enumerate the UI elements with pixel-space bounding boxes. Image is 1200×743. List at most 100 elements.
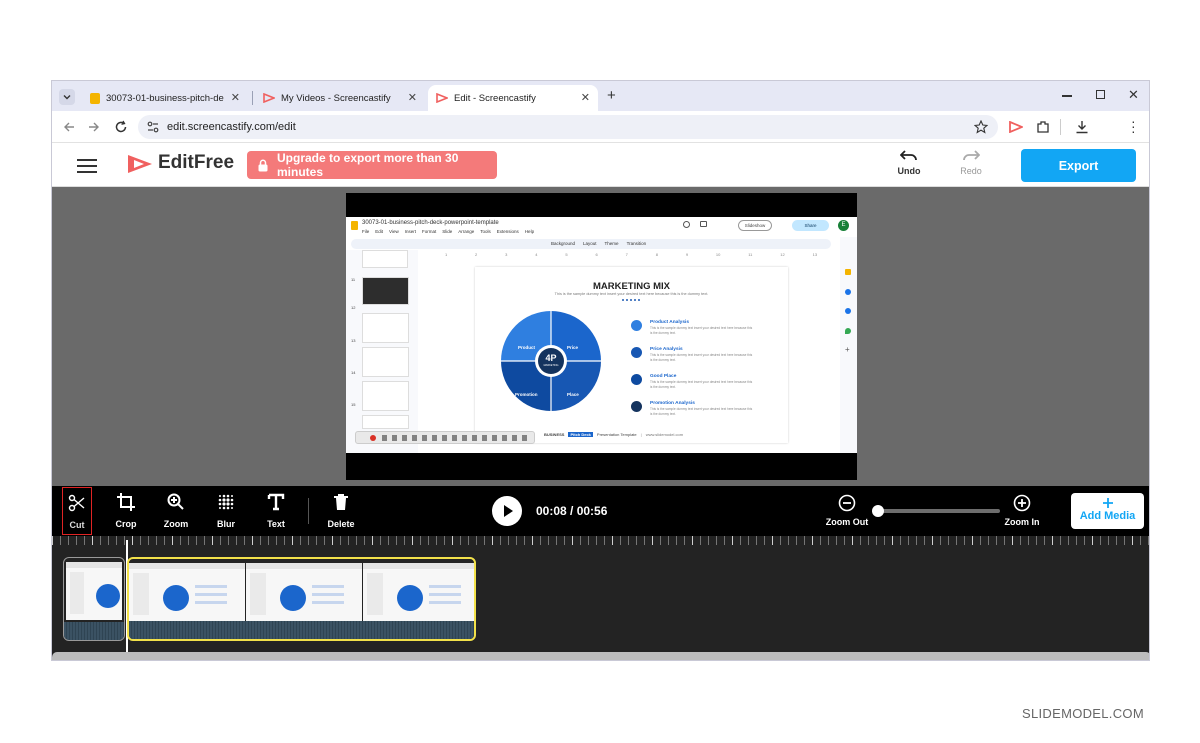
- cut-tool-button[interactable]: Cut: [62, 487, 92, 535]
- zoom-slider[interactable]: [872, 505, 1000, 517]
- maximize-button[interactable]: [1096, 90, 1105, 99]
- quadrant-label: Price: [567, 345, 579, 350]
- blur-tool-button[interactable]: Blur: [204, 486, 248, 536]
- doc-menu: File Edit View Insert Format Slide Arran…: [362, 229, 534, 234]
- delete-tool-button[interactable]: Delete: [319, 486, 363, 536]
- zoom-out-label: Zoom Out: [825, 517, 869, 527]
- menu-item[interactable]: Arrange: [458, 229, 474, 234]
- slide-thumbnail[interactable]: [362, 347, 409, 377]
- trash-icon: [334, 494, 348, 510]
- plus-icon: [1102, 498, 1113, 508]
- editfree-logo-icon: [128, 155, 152, 173]
- menu-item[interactable]: Extensions: [497, 229, 519, 234]
- zoom-tool-button[interactable]: Zoom: [154, 486, 198, 536]
- video-clip[interactable]: [63, 557, 125, 641]
- undo-button[interactable]: Undo: [894, 149, 924, 183]
- text-tool-button[interactable]: Text: [254, 486, 298, 536]
- zoom-out-button[interactable]: Zoom Out: [822, 494, 872, 534]
- record-icon[interactable]: [370, 435, 376, 441]
- add-addon-icon[interactable]: +: [845, 345, 850, 354]
- slide-thumbnail[interactable]: [362, 313, 409, 343]
- selected-video-clip[interactable]: [127, 557, 476, 641]
- slide-thumbnail[interactable]: [362, 277, 409, 305]
- download-icon[interactable]: [1075, 120, 1089, 134]
- doc-title: 30073-01-business-pitch-deck-powerpoint-…: [362, 220, 499, 226]
- slide-thumbnail[interactable]: [362, 415, 409, 429]
- new-tab-button[interactable]: +: [607, 87, 616, 104]
- toolbar-divider: [308, 498, 309, 524]
- app-header: EditFree Upgrade to export more than 30 …: [52, 143, 1149, 187]
- avatar[interactable]: E: [838, 220, 849, 231]
- menu-item[interactable]: View: [389, 229, 399, 234]
- slide-thumbnail[interactable]: [362, 381, 409, 411]
- history-icon[interactable]: [683, 221, 690, 228]
- video-frame[interactable]: 30073-01-business-pitch-deck-powerpoint-…: [346, 193, 857, 480]
- menu-item[interactable]: Slide: [442, 229, 452, 234]
- menu-item[interactable]: Tools: [480, 229, 491, 234]
- address-bar[interactable]: edit.screencastify.com/edit: [138, 115, 998, 139]
- toolbar-item[interactable]: Background: [551, 241, 575, 246]
- slide-number: 14: [351, 370, 356, 375]
- share-button[interactable]: Share: [792, 220, 829, 231]
- footer-url: www.slidemodel.com: [645, 432, 684, 437]
- slide-thumbnail[interactable]: [362, 250, 408, 268]
- menu-item[interactable]: Insert: [405, 229, 416, 234]
- tab-my-videos[interactable]: My Videos - Screencastify ✕: [255, 85, 425, 111]
- zoom-slider-thumb[interactable]: [872, 505, 884, 517]
- keep-icon[interactable]: [845, 269, 851, 275]
- recorded-screen: 30073-01-business-pitch-deck-powerpoint-…: [346, 217, 857, 453]
- zoom-in-button[interactable]: Zoom In: [997, 494, 1047, 534]
- zoom-in-label: Zoom In: [1004, 517, 1040, 527]
- scissors-icon: [68, 494, 85, 512]
- add-media-button[interactable]: Add Media: [1071, 493, 1144, 529]
- url-text[interactable]: edit.screencastify.com/edit: [167, 121, 296, 133]
- tab-edit[interactable]: Edit - Screencastify ✕: [428, 85, 598, 111]
- watermark: SLIDEMODEL.COM: [1022, 706, 1144, 721]
- menu-item[interactable]: Edit: [375, 229, 383, 234]
- maps-icon[interactable]: [845, 328, 851, 334]
- close-window-button[interactable]: ✕: [1128, 87, 1139, 103]
- site-info-icon[interactable]: [146, 120, 160, 134]
- close-tab-icon[interactable]: ✕: [408, 91, 417, 104]
- extensions-icon[interactable]: [1036, 120, 1050, 134]
- timeline-scrollbar[interactable]: [52, 652, 1149, 660]
- crop-tool-button[interactable]: Crop: [104, 486, 148, 536]
- menu-item[interactable]: Help: [525, 229, 534, 234]
- reload-icon[interactable]: [114, 120, 128, 134]
- toolbar-item[interactable]: Theme: [605, 241, 619, 246]
- close-tab-icon[interactable]: ✕: [581, 91, 590, 104]
- cut-label: Cut: [69, 520, 85, 530]
- forward-icon[interactable]: [87, 120, 101, 134]
- play-button[interactable]: [492, 496, 522, 526]
- contacts-icon[interactable]: [845, 308, 851, 314]
- menu-item[interactable]: Format: [422, 229, 436, 234]
- comment-icon[interactable]: [700, 221, 707, 227]
- tab-title: Edit - Screencastify: [454, 92, 536, 104]
- center-subtitle: MARKETING: [543, 364, 559, 367]
- recording-control-bar[interactable]: [355, 431, 535, 444]
- tasks-icon[interactable]: [845, 289, 851, 295]
- menu-item[interactable]: File: [362, 229, 369, 234]
- clip-thumbnail: [363, 563, 474, 621]
- tab-slides[interactable]: 30073-01-business-pitch-deck- ✕: [82, 85, 248, 111]
- toolbar-item[interactable]: Layout: [583, 241, 597, 246]
- screencastify-extension-icon[interactable]: [1009, 121, 1023, 133]
- back-icon[interactable]: [62, 120, 76, 134]
- toolbar-item[interactable]: Transition: [627, 241, 647, 246]
- menu-dots-icon[interactable]: · · ·: [1131, 114, 1136, 138]
- redo-label: Redo: [960, 166, 982, 176]
- item-text: This is the sample dummy text insert you…: [650, 353, 753, 362]
- hamburger-menu-icon[interactable]: [77, 159, 97, 173]
- redo-button[interactable]: Redo: [956, 149, 986, 183]
- slideshow-button[interactable]: Slideshow: [738, 220, 772, 231]
- slide-canvas[interactable]: MARKETING MIX This is the sample dummy t…: [475, 267, 788, 443]
- timeline[interactable]: [52, 536, 1149, 660]
- star-icon[interactable]: [974, 120, 988, 134]
- upgrade-button[interactable]: Upgrade to export more than 30 minutes: [247, 151, 497, 179]
- export-button[interactable]: Export: [1021, 149, 1136, 182]
- close-tab-icon[interactable]: ✕: [231, 91, 240, 104]
- slideshow-label: Slideshow: [744, 223, 766, 228]
- zoom-label: Zoom: [163, 519, 189, 529]
- tab-search-button[interactable]: [59, 89, 75, 105]
- minimize-button[interactable]: [1062, 95, 1072, 97]
